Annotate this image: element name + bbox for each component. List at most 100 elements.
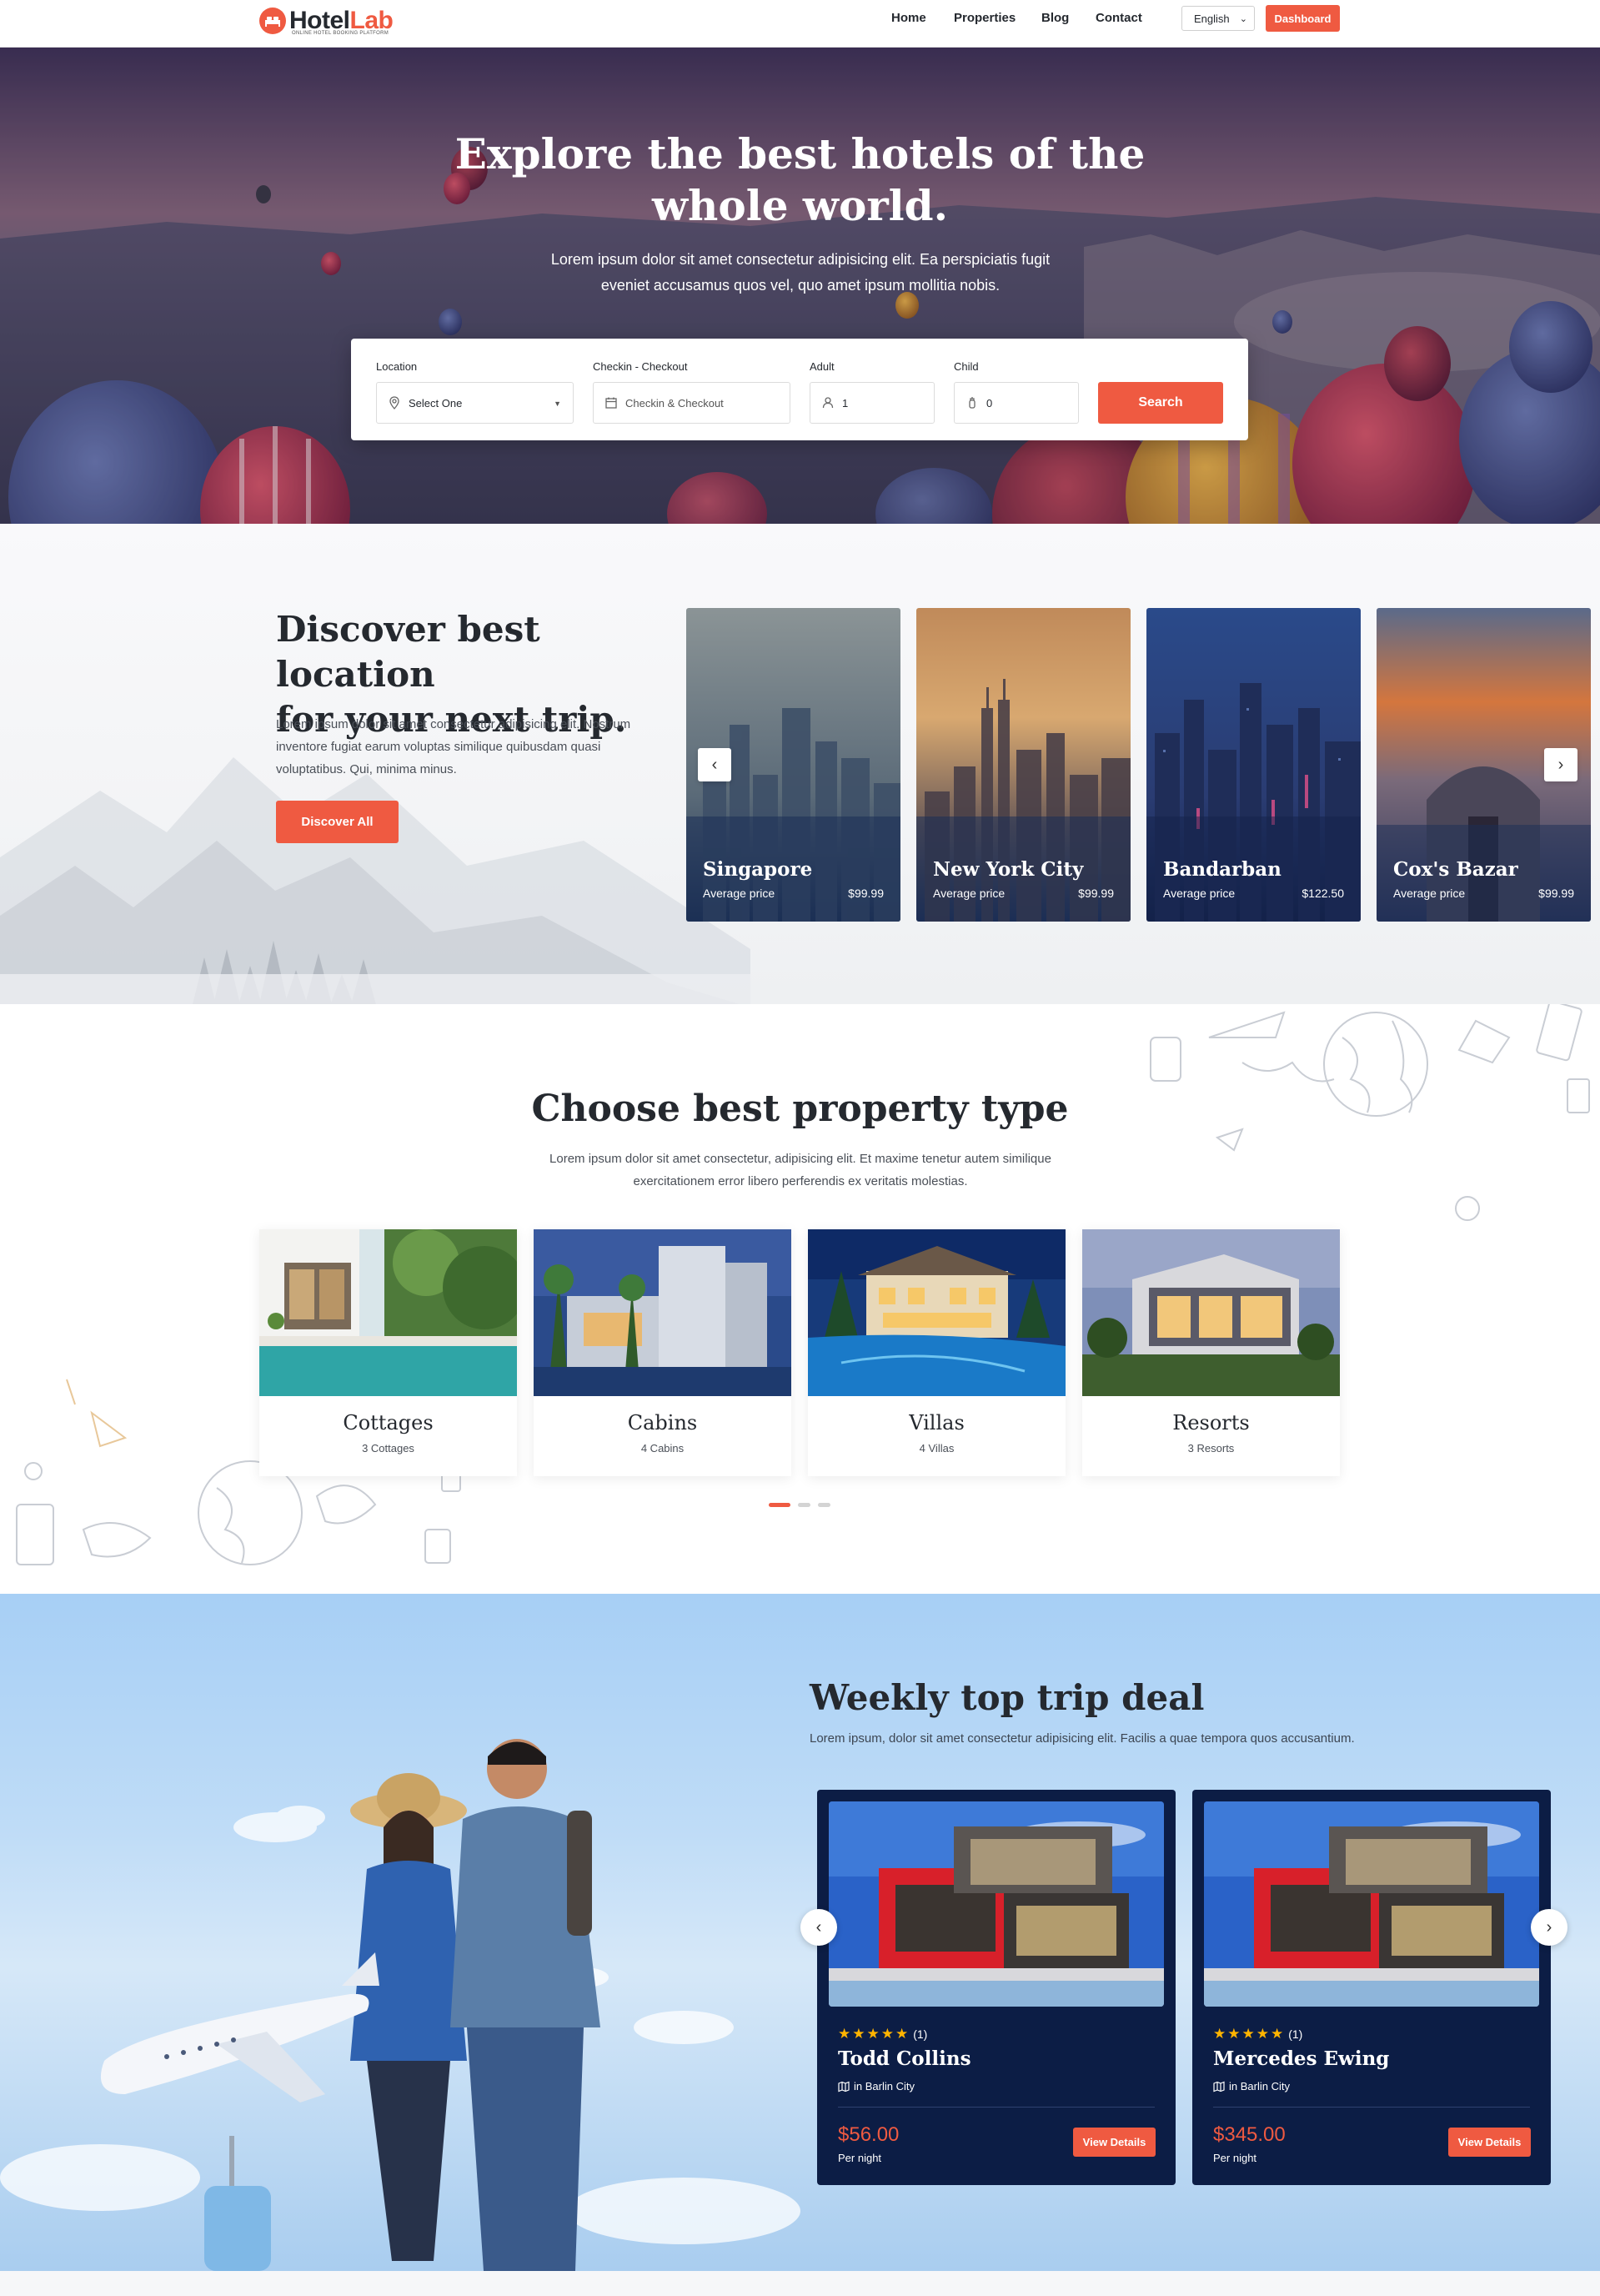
child-label: Child xyxy=(954,360,979,373)
location-select[interactable]: Select One ▼ xyxy=(376,382,574,424)
property-section-title: Choose best property type xyxy=(531,1088,1069,1130)
search-form: Location Select One ▼ Checkin - Checkout… xyxy=(351,339,1248,440)
hotel-location: in Barlin City xyxy=(838,2080,915,2093)
chevron-left-icon[interactable]: ‹ xyxy=(800,1909,837,1946)
deal-card-todd-collins[interactable]: ★★★★★ (1) Todd Collins in Barlin City $56… xyxy=(817,1790,1176,2185)
average-price-label: Average price xyxy=(933,887,1006,900)
adult-input[interactable]: 1 xyxy=(810,382,935,424)
hero-title-line2: whole world. xyxy=(651,181,949,230)
cabin-image xyxy=(534,1229,791,1396)
city-card-new-york[interactable]: New York City Average price $99.99 xyxy=(916,608,1131,922)
price-per-label: Per night xyxy=(838,2152,882,2164)
review-count: (1) xyxy=(913,2027,928,2041)
property-card-cabins[interactable]: Cabins 4 Cabins xyxy=(534,1229,791,1476)
map-icon xyxy=(1213,2081,1225,2092)
property-name: Cottages xyxy=(343,1411,434,1434)
hotel-location: in Barlin City xyxy=(1213,2080,1290,2093)
adult-label: Adult xyxy=(810,360,835,373)
rating-stars: ★★★★★ (1) xyxy=(1213,2026,1302,2042)
user-icon xyxy=(822,397,834,409)
dates-placeholder: Checkin & Checkout xyxy=(625,396,724,409)
city-price: $99.99 xyxy=(1078,887,1114,900)
language-select[interactable]: English ⌄ xyxy=(1181,6,1255,31)
dates-label: Checkin - Checkout xyxy=(593,360,688,373)
chevron-down-icon: ⌄ xyxy=(1239,14,1247,24)
property-count: 3 Resorts xyxy=(1187,1442,1235,1454)
hotel-name: Mercedes Ewing xyxy=(1213,2047,1390,2070)
chevron-right-icon[interactable]: › xyxy=(1531,1909,1567,1946)
review-count: (1) xyxy=(1288,2027,1303,2041)
property-card-villas[interactable]: Villas 4 Villas xyxy=(808,1229,1066,1476)
nav-blog[interactable]: Blog xyxy=(1041,11,1069,25)
map-icon xyxy=(838,2081,850,2092)
carousel-dot[interactable] xyxy=(818,1503,830,1507)
hero-title: Explore the best hotels of the whole wor… xyxy=(0,128,1600,232)
property-card-resorts[interactable]: Resorts 3 Resorts xyxy=(1082,1229,1340,1476)
language-value: English xyxy=(1194,12,1230,25)
resort-image xyxy=(1082,1229,1340,1396)
discover-title-line1: Discover best location xyxy=(276,609,540,695)
map-pin-icon xyxy=(389,396,399,409)
city-price: $99.99 xyxy=(848,887,884,900)
deal-card-mercedes-ewing[interactable]: ★★★★★ (1) Mercedes Ewing in Barlin City $… xyxy=(1192,1790,1551,2185)
discover-all-button[interactable]: Discover All xyxy=(276,801,399,843)
site-header: HotelLab ONLINE HOTEL BOOKING PLATFORM H… xyxy=(0,0,1600,48)
star-icons: ★★★★★ xyxy=(1213,2026,1286,2042)
hotel-location-text: in Barlin City xyxy=(854,2080,915,2093)
weekly-deal-section: Weekly top trip deal Lorem ipsum, dolor … xyxy=(0,1594,1600,2271)
dashboard-button[interactable]: Dashboard xyxy=(1266,5,1340,32)
location-label: Location xyxy=(376,360,418,373)
hotel-location-text: in Barlin City xyxy=(1229,2080,1290,2093)
view-details-button[interactable]: View Details xyxy=(1073,2128,1156,2157)
chevron-left-icon[interactable]: ‹ xyxy=(698,748,731,781)
hotel-image xyxy=(1204,1801,1539,2007)
star-icons: ★★★★★ xyxy=(838,2026,910,2042)
search-button[interactable]: Search xyxy=(1098,382,1223,424)
property-count: 4 Cabins xyxy=(640,1442,685,1454)
property-type-section: Choose best property type Lorem ipsum do… xyxy=(0,1004,1600,1594)
logo-tagline: ONLINE HOTEL BOOKING PLATFORM xyxy=(292,31,389,36)
hero-subtitle: Lorem ipsum dolor sit amet consectetur a… xyxy=(550,251,1051,294)
nav-home[interactable]: Home xyxy=(891,11,926,25)
calendar-icon xyxy=(605,397,617,409)
city-card-bandarban[interactable]: Bandarban Average price $122.50 xyxy=(1146,608,1361,922)
city-name: Bandarban xyxy=(1163,858,1282,881)
travelers-image xyxy=(0,1739,800,2271)
baby-bottle-icon xyxy=(969,397,976,409)
average-price-label: Average price xyxy=(703,887,775,900)
chevron-right-icon[interactable]: › xyxy=(1544,748,1577,781)
divider xyxy=(838,2107,1155,2108)
property-count: 3 Cottages xyxy=(362,1442,414,1454)
weekly-deal-title: Weekly top trip deal xyxy=(810,1677,1205,1718)
average-price-label: Average price xyxy=(1393,887,1466,900)
nav-contact[interactable]: Contact xyxy=(1096,11,1142,25)
property-card-cottages[interactable]: Cottages 3 Cottages xyxy=(259,1229,517,1476)
location-value: Select One xyxy=(409,396,463,409)
logo[interactable]: HotelLab ONLINE HOTEL BOOKING PLATFORM xyxy=(259,5,394,37)
price-amount: $345.00 xyxy=(1213,2123,1286,2146)
nav-properties[interactable]: Properties xyxy=(954,11,1016,25)
bed-icon xyxy=(259,8,286,34)
city-name: Cox's Bazar xyxy=(1393,858,1518,881)
property-name: Cabins xyxy=(627,1411,698,1434)
hero-section: Explore the best hotels of the whole wor… xyxy=(0,47,1600,524)
discover-text: Lorem ipsum dolor sit amet consectetur a… xyxy=(276,717,631,776)
divider xyxy=(1213,2107,1530,2108)
rating-stars: ★★★★★ (1) xyxy=(838,2026,927,2042)
price-amount: $56.00 xyxy=(838,2123,900,2146)
child-input[interactable]: 0 xyxy=(954,382,1079,424)
view-details-button[interactable]: View Details xyxy=(1448,2128,1531,2157)
hero-title-line1: Explore the best hotels of the xyxy=(454,129,1146,178)
carousel-dot-active[interactable] xyxy=(769,1503,790,1507)
city-price: $122.50 xyxy=(1302,887,1344,900)
caret-down-icon: ▼ xyxy=(554,399,561,408)
next-section-edge xyxy=(0,2271,1600,2296)
carousel-dot[interactable] xyxy=(798,1503,810,1507)
discover-section: Discover best location for your next tri… xyxy=(0,524,1600,1004)
average-price-label: Average price xyxy=(1163,887,1236,900)
dates-input[interactable]: Checkin & Checkout xyxy=(593,382,790,424)
property-section-subtitle: Lorem ipsum dolor sit amet consectetur, … xyxy=(549,1152,1051,1188)
hotel-image xyxy=(829,1801,1164,2007)
cottage-image xyxy=(259,1229,517,1396)
adult-value: 1 xyxy=(842,396,849,409)
